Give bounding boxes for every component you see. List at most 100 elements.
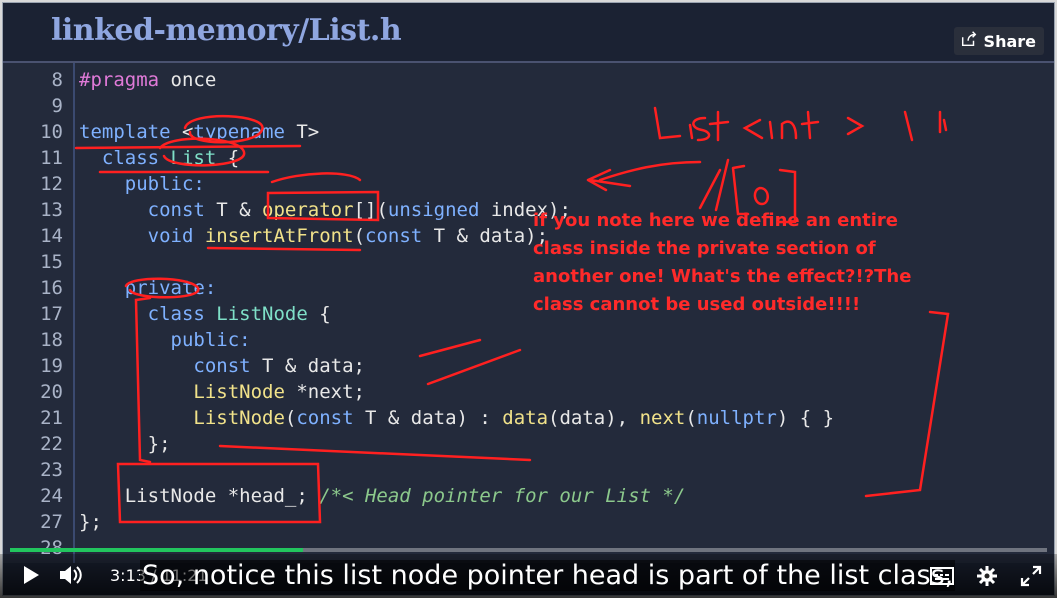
code-token: T & data) :: [365, 407, 503, 429]
code-line: 12 public:: [3, 171, 1054, 197]
line-number: 22: [40, 433, 63, 455]
fullscreen-icon: [1020, 565, 1042, 587]
code-text: template <typename T>: [79, 119, 319, 145]
code-token: const: [296, 407, 365, 429]
file-title: linked-memory/List.h: [51, 13, 402, 48]
line-number: 17: [40, 303, 63, 325]
code-token: (: [685, 407, 697, 429]
code-token: next: [639, 407, 686, 429]
code-text: };: [79, 509, 102, 535]
code-token: public:: [79, 173, 205, 195]
code-token: ListNode *head_;: [79, 485, 320, 507]
line-number: 24: [40, 485, 63, 507]
code-token: const: [79, 199, 217, 221]
fullscreen-button[interactable]: [1020, 565, 1042, 587]
code-line: 24 ListNode *head_; /*< Head pointer for…: [3, 483, 1054, 509]
code-line: 10 template <typename T>: [3, 119, 1054, 145]
code-line: 23: [3, 457, 1054, 483]
line-number: 8: [51, 69, 63, 91]
play-icon: [24, 566, 39, 584]
play-button[interactable]: [22, 565, 40, 585]
volume-icon: [60, 566, 82, 584]
code-token: template: [79, 121, 182, 143]
share-label: Share: [983, 31, 1036, 51]
code-token: T & data;: [262, 355, 365, 377]
code-text: ListNode *head_; /*< Head pointer for ou…: [79, 483, 686, 509]
slide-title-bar: linked-memory/List.h Share: [3, 3, 1054, 61]
line-number: 9: [51, 95, 63, 117]
code-token: void: [79, 225, 205, 247]
settings-button[interactable]: [976, 565, 998, 587]
line-number: 12: [40, 173, 63, 195]
subtitle-caption: So, notice this list node pointer head i…: [140, 560, 956, 591]
share-button[interactable]: Share: [953, 27, 1044, 55]
progress-bar[interactable]: [10, 548, 1047, 552]
annotation-note: if you note here we define an entire cla…: [533, 210, 912, 315]
gear-icon: [977, 566, 997, 586]
code-token: typename: [193, 121, 297, 143]
code-token: private:: [79, 277, 217, 299]
line-number: 14: [40, 225, 63, 247]
line-number: 21: [40, 407, 63, 429]
code-text: #pragma once: [79, 67, 216, 93]
code-line: 11 class List {: [3, 145, 1054, 171]
code-token: (data),: [548, 407, 640, 429]
line-number: 10: [40, 121, 63, 143]
code-token: public:: [79, 329, 251, 351]
line-number: 23: [40, 459, 63, 481]
volume-button[interactable]: [58, 563, 84, 587]
code-text: public:: [79, 327, 251, 353]
code-token: class: [79, 303, 217, 325]
code-token: *next;: [296, 381, 365, 403]
line-number: 18: [40, 329, 63, 351]
code-text: class List {: [79, 145, 239, 171]
line-number: 11: [40, 147, 63, 169]
code-token: };: [79, 511, 102, 533]
progress-fill: [10, 548, 304, 552]
code-line: 21 ListNode(const T & data) : data(data)…: [3, 405, 1054, 431]
line-number: 13: [40, 199, 63, 221]
share-icon: [960, 30, 978, 52]
code-text: const T & operator[](unsigned index);: [79, 197, 571, 223]
code-text: const T & data;: [79, 353, 365, 379]
code-token: T>: [296, 121, 320, 143]
code-line: 8 #pragma once: [3, 67, 1054, 93]
code-token: List: [170, 147, 228, 169]
code-token: const: [365, 225, 434, 247]
code-token: ListNode: [79, 381, 297, 403]
line-number: 19: [40, 355, 63, 377]
code-token: unsigned: [387, 199, 491, 221]
code-token: T &: [216, 199, 263, 221]
code-text: void insertAtFront(const T & data);: [79, 223, 548, 249]
code-line: 27};: [3, 509, 1054, 535]
line-number: 27: [40, 511, 63, 533]
code-line: 18 public:: [3, 327, 1054, 353]
code-token: class: [79, 147, 171, 169]
code-token: ListNode: [79, 407, 285, 429]
line-number: 15: [40, 251, 63, 273]
code-token: {: [319, 303, 331, 325]
line-number: 16: [40, 277, 63, 299]
code-token: const: [79, 355, 263, 377]
code-line: 9: [3, 93, 1054, 119]
code-token: once: [170, 69, 217, 91]
code-text: public:: [79, 171, 205, 197]
code-text: };: [79, 431, 171, 457]
code-token: (: [284, 407, 297, 429]
code-token: T & data);: [433, 225, 549, 247]
code-token: {: [227, 147, 240, 169]
code-line: 20 ListNode *next;: [3, 379, 1054, 405]
video-frame[interactable]: linked-memory/List.h Share 8 #pragma once…: [2, 2, 1055, 596]
code-text: ListNode *next;: [79, 379, 365, 405]
code-token: insertAtFront: [204, 225, 354, 247]
code-token: };: [79, 433, 171, 455]
code-token: <: [181, 121, 194, 143]
code-token: ListNode: [216, 303, 320, 325]
code-token: ) { }: [776, 407, 835, 429]
code-text: class ListNode {: [79, 301, 331, 327]
code-token: [](: [353, 199, 388, 221]
code-token: nullptr: [696, 407, 777, 429]
code-text: private:: [79, 275, 217, 301]
captions-button[interactable]: [930, 567, 954, 585]
code-token: (: [353, 225, 366, 247]
